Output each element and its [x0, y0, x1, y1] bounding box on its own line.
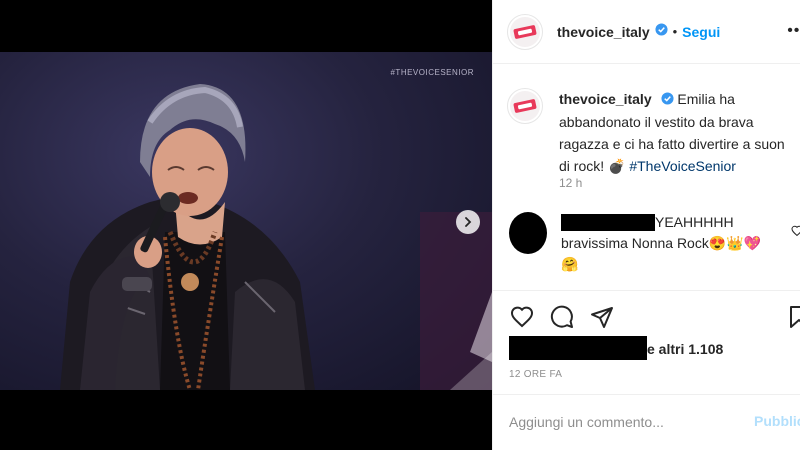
comment-body: YEAHHHHH bravissima Nonna Rock	[561, 214, 734, 251]
post-date[interactable]: 12 ORE FA	[509, 369, 562, 380]
comment-input[interactable]	[509, 411, 739, 433]
more-options-icon[interactable]: •••	[787, 22, 800, 40]
bomb-emoji: 💣	[608, 158, 626, 175]
comment-bubble-icon[interactable]	[549, 305, 575, 334]
caption-time[interactable]: 12 h	[559, 176, 582, 190]
comment-emojis: 😍👑💖	[708, 235, 762, 251]
account-avatar[interactable]	[507, 13, 543, 50]
hashtag-link[interactable]: #TheVoiceSenior	[629, 158, 736, 174]
caption-username[interactable]: thevoice_italy	[559, 91, 652, 107]
comment-emoji-2: 🤗	[561, 256, 579, 272]
singer-illustration	[60, 84, 492, 390]
save-bookmark-icon[interactable]	[789, 305, 800, 334]
verified-badge-icon	[655, 22, 668, 41]
comment-like-heart-icon[interactable]	[791, 224, 800, 242]
follow-button[interactable]: Segui	[682, 24, 720, 40]
comment-text: YEAHHHHH bravissima Nonna Rock😍👑💖 🤗	[561, 212, 800, 275]
post-media: #THEVOICESENIOR	[0, 0, 492, 450]
post-panel: thevoice_italy • Segui ••• thevoice_ital…	[492, 0, 800, 450]
the-voice-logo-icon	[513, 24, 537, 39]
commenter-avatar-redacted[interactable]	[509, 212, 547, 254]
publish-button[interactable]: Pubblica	[754, 413, 800, 429]
caption-avatar[interactable]	[507, 88, 543, 124]
post-caption: thevoice_italy Emilia ha abbandonato il …	[507, 88, 797, 177]
chevron-right-icon	[465, 217, 472, 227]
photo-watermark: #THEVOICESENIOR	[390, 68, 474, 77]
header-username[interactable]: thevoice_italy	[557, 24, 650, 40]
next-slide-button[interactable]	[456, 210, 480, 234]
separator-dot: •	[672, 24, 678, 39]
like-heart-icon[interactable]	[509, 305, 535, 334]
post-photo: #THEVOICESENIOR	[0, 52, 492, 390]
add-comment-bar: Pubblica	[493, 394, 800, 450]
share-send-icon[interactable]	[590, 305, 614, 334]
caption-text: thevoice_italy Emilia ha abbandonato il …	[559, 88, 797, 177]
the-voice-logo-icon	[513, 99, 537, 113]
likes-count[interactable]: e altri 1.108	[647, 341, 723, 357]
post-header: thevoice_italy • Segui •••	[493, 0, 800, 64]
verified-badge-icon	[660, 89, 674, 111]
liker-names-redacted	[509, 336, 647, 360]
likes-row: e altri 1.108	[509, 336, 799, 360]
action-bar	[493, 290, 800, 340]
